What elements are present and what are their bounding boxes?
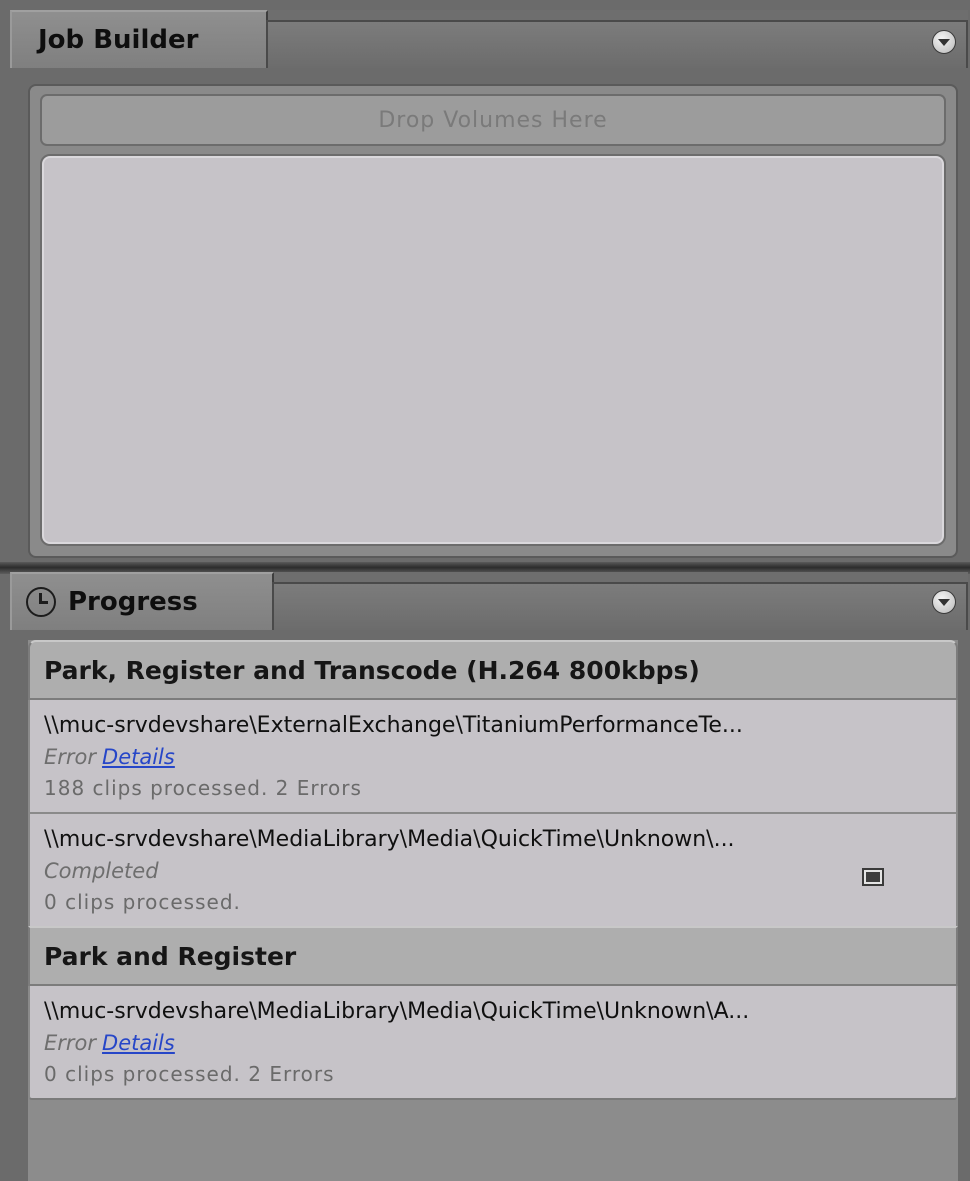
- tab-job-builder[interactable]: Job Builder: [10, 10, 268, 68]
- job-status-text: Error: [44, 745, 97, 769]
- job-path: \\muc-srvdevshare\MediaLibrary\Media\Qui…: [44, 827, 735, 852]
- volume-drop-area[interactable]: [40, 154, 946, 546]
- job-summary: 0 clips processed.: [44, 890, 241, 914]
- details-link[interactable]: Details: [102, 745, 175, 769]
- app-window: Job Builder Drop Volumes Here Progress P…: [0, 0, 970, 1181]
- progress-tabbar: Progress: [10, 572, 968, 630]
- tab-bar-filler: [272, 582, 968, 630]
- job-builder-tabbar: Job Builder: [10, 10, 968, 68]
- job-summary: 188 clips processed. 2 Errors: [44, 776, 362, 800]
- tab-job-builder-label: Job Builder: [38, 25, 199, 55]
- job-status-text: Completed: [44, 859, 159, 883]
- details-link[interactable]: Details: [102, 1031, 175, 1055]
- job-status: Error Details: [44, 742, 942, 772]
- job-group-header: Park, Register and Transcode (H.264 800k…: [28, 640, 958, 700]
- tab-progress-label: Progress: [68, 587, 198, 617]
- job-status: Error Details: [44, 1028, 942, 1058]
- preview-icon[interactable]: [862, 868, 884, 886]
- clock-icon: [26, 587, 56, 617]
- job-list: Park, Register and Transcode (H.264 800k…: [28, 640, 958, 1100]
- drop-volumes-button[interactable]: Drop Volumes Here: [40, 94, 946, 146]
- job-path: \\muc-srvdevshare\ExternalExchange\Titan…: [44, 713, 743, 738]
- job-status-text: Error: [44, 1031, 97, 1055]
- drop-volumes-label: Drop Volumes Here: [378, 107, 608, 133]
- tab-bar-filler: [266, 20, 968, 68]
- job-list-item[interactable]: \\muc-srvdevshare\MediaLibrary\Media\Qui…: [28, 812, 958, 926]
- job-list-item[interactable]: \\muc-srvdevshare\MediaLibrary\Media\Qui…: [28, 986, 958, 1100]
- job-path: \\muc-srvdevshare\MediaLibrary\Media\Qui…: [44, 999, 750, 1024]
- tab-progress[interactable]: Progress: [10, 572, 274, 630]
- job-status: Completed: [44, 856, 942, 886]
- job-summary: 0 clips processed. 2 Errors: [44, 1062, 335, 1086]
- job-group-title: Park, Register and Transcode (H.264 800k…: [44, 655, 700, 685]
- job-group-header: Park and Register: [28, 926, 958, 986]
- panel-menu-icon[interactable]: [932, 30, 956, 54]
- job-group-title: Park and Register: [44, 941, 297, 971]
- job-list-item[interactable]: \\muc-srvdevshare\ExternalExchange\Titan…: [28, 700, 958, 812]
- job-builder-body: Drop Volumes Here: [28, 84, 958, 558]
- progress-body: Park, Register and Transcode (H.264 800k…: [28, 640, 958, 1181]
- panel-menu-icon[interactable]: [932, 590, 956, 614]
